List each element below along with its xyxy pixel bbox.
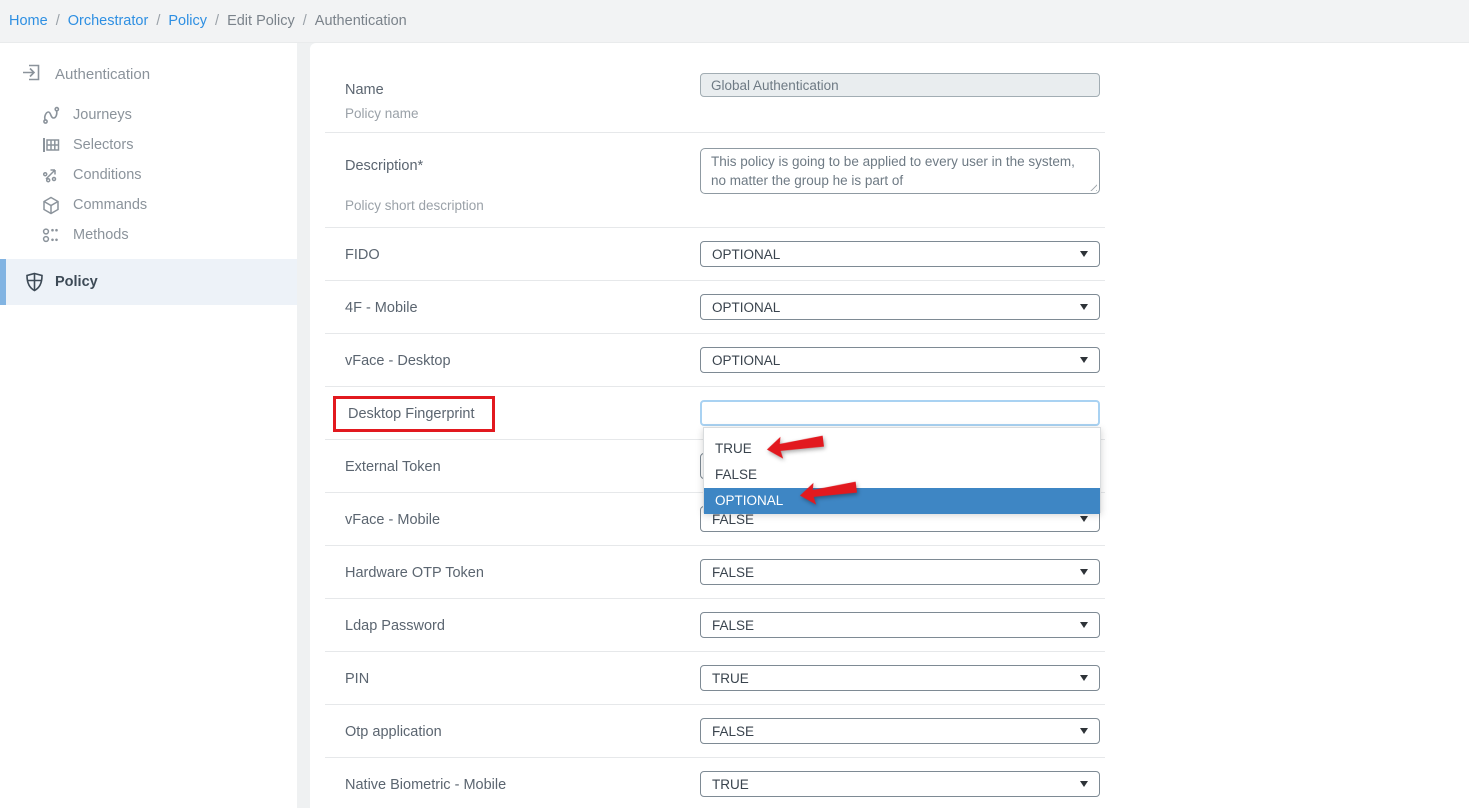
method-label: PIN [345,671,369,687]
method-select-value: FALSE [712,565,754,580]
description-help-text: Policy short description [345,198,484,213]
method-select-value: FALSE [712,618,754,633]
sidebar-item-label: Methods [73,227,129,243]
method-select[interactable]: OPTIONAL [700,294,1100,320]
method-select-open[interactable] [700,400,1100,426]
method-label: vFace - Mobile [345,512,440,528]
breadcrumb-item-home[interactable]: Home [9,13,48,29]
method-select[interactable]: TRUE [700,771,1100,797]
form-row-desktop-fingerprint: Desktop FingerprintTRUEFALSEOPTIONAL [325,387,1105,440]
method-select-value: TRUE [712,671,749,686]
sidebar-item-journeys[interactable]: Journeys [0,100,297,130]
method-label: Desktop Fingerprint [336,399,492,429]
method-label: FIDO [345,247,380,263]
login-icon [22,63,41,82]
sidebar-item-selectors[interactable]: Selectors [0,130,297,160]
method-select-value: OPTIONAL [712,300,780,315]
sidebar-section-authentication[interactable]: Authentication [0,55,297,94]
sidebar-item-label: Selectors [73,137,133,153]
form-row-otp-application: Otp application FALSE [325,705,1105,758]
chevron-down-icon [1080,781,1088,787]
method-select[interactable]: TRUE [700,665,1100,691]
breadcrumb-item-edit-policy: Edit Policy [227,13,295,29]
form-row-vface-desktop: vFace - Desktop OPTIONAL [325,334,1105,387]
chevron-down-icon [1080,728,1088,734]
sidebar-item-label: Journeys [73,107,132,123]
chevron-down-icon [1080,516,1088,522]
method-label: 4F - Mobile [345,300,418,316]
method-label: External Token [345,459,441,475]
method-select[interactable]: OPTIONAL [700,241,1100,267]
method-select[interactable]: OPTIONAL [700,347,1100,373]
sidebar: Authentication Journeys Selectors Condit… [0,43,297,808]
method-label: Otp application [345,724,442,740]
method-label: vFace - Desktop [345,353,451,369]
method-select-value: FALSE [712,724,754,739]
breadcrumb-item-orchestrator[interactable]: Orchestrator [68,13,149,29]
method-select[interactable]: FALSE [700,612,1100,638]
method-label: Hardware OTP Token [345,565,484,581]
commands-icon [42,196,60,215]
form-row-hardware-otp-token: Hardware OTP Token FALSE [325,546,1105,599]
name-help-text: Policy name [345,106,419,121]
form-row-pin: PIN TRUE [325,652,1105,705]
annotation-red-box: Desktop Fingerprint [333,396,495,432]
policy-edit-form: Name Policy name Global Authentication D… [310,43,1469,808]
chevron-down-icon [1080,569,1088,575]
chevron-down-icon [1080,357,1088,363]
breadcrumb-separator: / [156,13,160,29]
description-textarea[interactable]: This policy is going to be applied to ev… [700,148,1100,194]
sidebar-item-label: Conditions [73,167,142,183]
method-label: Ldap Password [345,618,445,634]
chevron-down-icon [1080,304,1088,310]
dropdown-option-true[interactable]: TRUE [704,436,1100,462]
breadcrumb-separator: / [303,13,307,29]
method-select-value: OPTIONAL [712,247,780,262]
form-row-native-biometric-mobile: Native Biometric - Mobile TRUE [325,758,1105,808]
breadcrumb-separator: / [56,13,60,29]
sidebar-item-commands[interactable]: Commands [0,190,297,220]
breadcrumb-item-policy[interactable]: Policy [168,13,207,29]
form-row-description: Description* Policy short description Th… [325,133,1105,228]
select-dropdown-list: TRUEFALSEOPTIONAL [703,427,1101,513]
name-input: Global Authentication [700,73,1100,97]
sidebar-item-conditions[interactable]: Conditions [0,160,297,190]
method-select-value: TRUE [712,777,749,792]
form-row-ldap-password: Ldap Password FALSE [325,599,1105,652]
selectors-icon [42,137,60,153]
breadcrumb-item-authentication: Authentication [315,13,407,29]
breadcrumb: Home / Orchestrator / Policy / Edit Policy / Aut… [0,0,1469,43]
chevron-down-icon [1080,251,1088,257]
method-label: Native Biometric - Mobile [345,777,506,793]
methods-icon [42,227,60,243]
dropdown-option-false[interactable]: FALSE [704,462,1100,488]
name-label: Name [345,82,384,98]
method-select[interactable]: FALSE [700,718,1100,744]
method-select-value: OPTIONAL [712,353,780,368]
sidebar-section-label: Authentication [55,66,150,83]
sidebar-item-label: Commands [73,197,147,213]
shield-icon [25,272,44,292]
sidebar-item-methods[interactable]: Methods [0,220,297,250]
breadcrumb-separator: / [215,13,219,29]
form-row-name: Name Policy name Global Authentication [325,43,1105,133]
chevron-down-icon [1080,675,1088,681]
journeys-icon [42,106,60,124]
form-row-4f-mobile: 4F - Mobile OPTIONAL [325,281,1105,334]
chevron-down-icon [1080,622,1088,628]
dropdown-option-optional[interactable]: OPTIONAL [704,488,1100,514]
description-label: Description* [345,158,423,174]
form-row-fido: FIDO OPTIONAL [325,228,1105,281]
method-select[interactable]: FALSE [700,559,1100,585]
sidebar-item-policy[interactable]: Policy [0,259,297,305]
conditions-icon [42,166,60,184]
sidebar-item-label: Policy [55,274,98,290]
